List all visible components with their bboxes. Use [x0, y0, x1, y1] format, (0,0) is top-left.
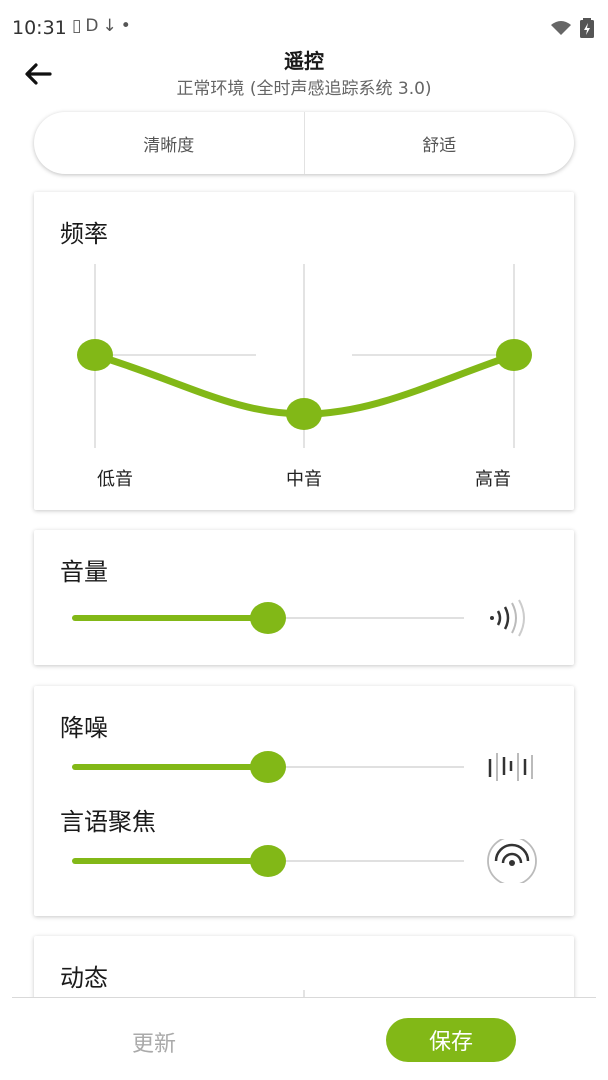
status-right-icons	[550, 18, 594, 38]
page-subtitle: 正常环境 (全时声感追踪系统 3.0)	[176, 79, 432, 99]
noise-card: 降噪 言语聚焦	[34, 686, 574, 916]
mid-handle[interactable]	[286, 398, 322, 430]
program-tabs: 清晰度 舒适	[34, 112, 574, 174]
noise-reduction-fill	[72, 764, 268, 770]
page-title: 遥控	[284, 49, 324, 73]
speech-focus-fill	[72, 858, 268, 864]
treble-handle[interactable]	[496, 339, 532, 371]
noise-wave-icon	[488, 753, 533, 781]
noise-reduction-slider[interactable]	[72, 751, 464, 783]
noise-reduction-thumb[interactable]	[250, 751, 286, 783]
frequency-card: 频率 低音 中音 高音	[34, 192, 574, 510]
speech-focus-thumb[interactable]	[250, 845, 286, 877]
speech-focus-title: 言语聚焦	[60, 808, 156, 836]
volume-card: 音量	[34, 530, 574, 665]
mid-label: 中音	[286, 469, 322, 490]
dynamics-title: 动态	[60, 964, 108, 992]
treble-label: 高音	[475, 469, 511, 490]
status-time: 10:31	[12, 17, 67, 39]
tab-comfort[interactable]: 舒适	[303, 112, 575, 174]
notification-icons: ▯D↓•	[72, 16, 135, 36]
volume-slider[interactable]	[72, 602, 464, 634]
volume-thumb[interactable]	[250, 602, 286, 634]
bass-handle[interactable]	[77, 339, 113, 371]
bass-label: 低音	[97, 469, 133, 490]
bottom-action-bar: 更新 保存	[12, 997, 596, 1080]
speech-focus-slider[interactable]	[72, 845, 464, 877]
battery-icon	[580, 18, 594, 38]
wifi-icon	[551, 21, 571, 35]
equalizer-graph	[77, 264, 532, 448]
tab-clarity[interactable]: 清晰度	[34, 112, 304, 174]
volume-icon	[490, 599, 525, 637]
header: 遥控 正常环境 (全时声感追踪系统 3.0)	[0, 40, 608, 110]
save-button[interactable]: 保存	[386, 1018, 516, 1062]
volume-title: 音量	[60, 558, 108, 586]
noise-reduction-title: 降噪	[60, 714, 108, 742]
update-button[interactable]: 更新	[132, 1026, 176, 1058]
speech-focus-icon	[487, 839, 537, 883]
volume-fill	[72, 615, 268, 621]
